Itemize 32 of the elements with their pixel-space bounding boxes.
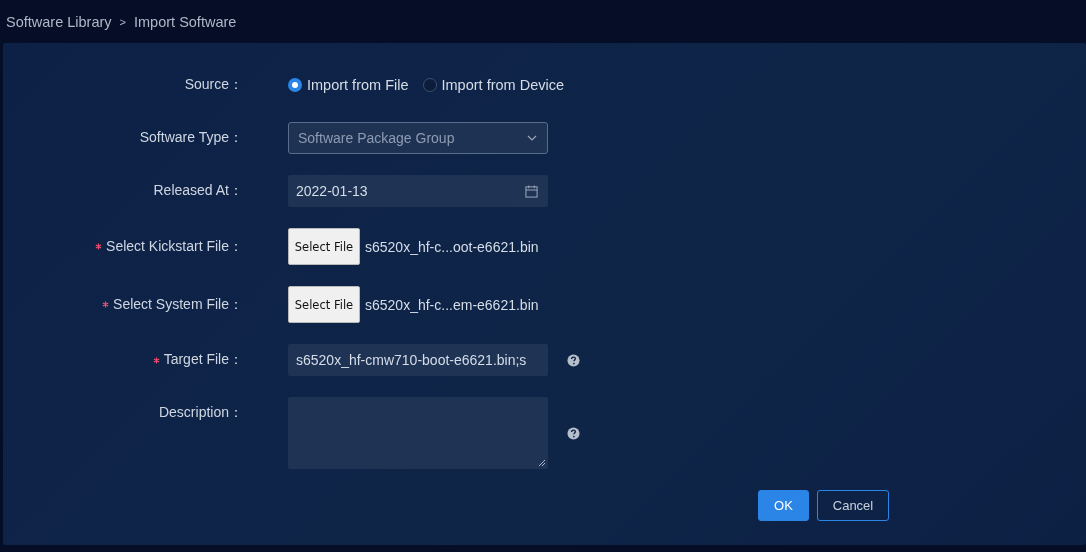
field-label: Description： (158, 404, 243, 422)
required-icon (95, 243, 103, 250)
file-name: s6520x_hf-c...em-e6621.bin (365, 296, 539, 313)
breadcrumb-item[interactable]: Software Library (6, 13, 112, 30)
select-file-button[interactable]: Select File (288, 228, 360, 265)
breadcrumb-separator: > (119, 15, 126, 28)
breadcrumb-item: Import Software (134, 13, 237, 30)
field-label: Software Type： (139, 129, 243, 147)
field-label: Select Kickstart File： (106, 237, 243, 256)
field-label: Source： (184, 76, 243, 94)
description-field[interactable] (288, 397, 548, 469)
help-icon[interactable] (567, 353, 580, 367)
field-label: Select System File： (113, 295, 243, 314)
date-field[interactable]: 2022-01-13 (288, 175, 548, 207)
calendar-icon (525, 184, 538, 198)
chevron-down-icon (527, 135, 537, 141)
file-name: s6520x_hf-c...oot-e6621.bin (365, 238, 539, 255)
radio-button[interactable] (288, 78, 302, 92)
radio-option[interactable]: Import from File (288, 77, 409, 93)
required-icon (152, 356, 160, 364)
select-file-button[interactable]: Select File (288, 286, 360, 323)
ok-button[interactable]: OK (758, 490, 809, 521)
help-icon[interactable] (567, 426, 580, 440)
required-icon (102, 301, 110, 308)
resize-handle-icon[interactable] (538, 459, 546, 467)
type-select[interactable]: Software Package Group (288, 122, 548, 154)
cancel-button[interactable]: Cancel (817, 490, 889, 521)
field-label: Target File： (163, 351, 243, 369)
radio-label: Import from File (307, 77, 409, 93)
radio-button[interactable] (422, 78, 437, 92)
field-label: Released At： (153, 182, 243, 200)
target-file-field[interactable]: s6520x_hf-cmw710-boot-e6621.bin;s (288, 344, 548, 376)
